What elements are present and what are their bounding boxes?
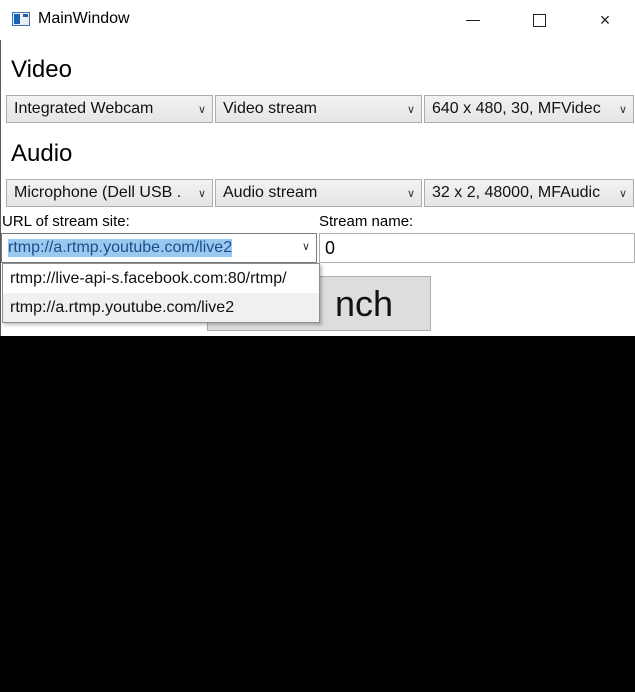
video-stream-combo[interactable]: Video stream ∨ [215,95,422,123]
stream-name-label: Stream name: [319,213,414,230]
url-option-youtube[interactable]: rtmp://a.rtmp.youtube.com/live2 [3,293,319,322]
chevron-down-icon: ∨ [406,103,416,116]
chevron-down-icon: ∨ [618,103,628,116]
video-format-combo[interactable]: 640 x 480, 30, MFVidec ∨ [424,95,634,123]
url-combo[interactable]: rtmp://a.rtmp.youtube.com/live2 ∨ [1,233,317,263]
maximize-icon [532,13,546,27]
chevron-down-icon: ∨ [406,187,416,200]
audio-stream-combo[interactable]: Audio stream ∨ [215,179,422,207]
video-format-value: 640 x 480, 30, MFVidec [432,100,601,117]
audio-device-combo[interactable]: Microphone (Dell USB . ∨ [6,179,213,207]
chevron-down-icon: ∨ [197,103,207,116]
title-bar: MainWindow × [0,0,635,40]
minimize-icon [466,19,480,21]
url-option-facebook[interactable]: rtmp://live-api-s.facebook.com:80/rtmp/ [3,264,319,293]
stream-name-input[interactable]: 0 [319,233,635,263]
video-stream-value: Video stream [223,100,317,117]
video-preview [0,336,635,692]
video-section-label: Video [11,56,72,83]
audio-format-value: 32 x 2, 48000, MFAudic [432,184,601,201]
video-device-combo[interactable]: Integrated Webcam ∨ [6,95,213,123]
url-dropdown-list: rtmp://live-api-s.facebook.com:80/rtmp/ … [2,263,320,323]
close-button[interactable]: × [582,0,628,40]
window-app-icon [12,12,30,26]
audio-device-value: Microphone (Dell USB . [14,184,182,201]
maximize-button[interactable] [516,0,562,40]
chevron-down-icon[interactable]: ∨ [302,240,310,253]
window-title: MainWindow [38,10,130,27]
audio-stream-value: Audio stream [223,184,318,201]
chevron-down-icon: ∨ [618,187,628,200]
url-combo-value[interactable]: rtmp://a.rtmp.youtube.com/live2 [8,239,233,257]
minimize-button[interactable] [450,0,496,40]
window-border [0,40,1,336]
url-label: URL of stream site: [2,213,130,230]
audio-section-label: Audio [11,140,73,167]
close-icon: × [599,9,611,30]
audio-format-combo[interactable]: 32 x 2, 48000, MFAudic ∨ [424,179,634,207]
chevron-down-icon: ∨ [197,187,207,200]
video-device-value: Integrated Webcam [14,100,154,117]
